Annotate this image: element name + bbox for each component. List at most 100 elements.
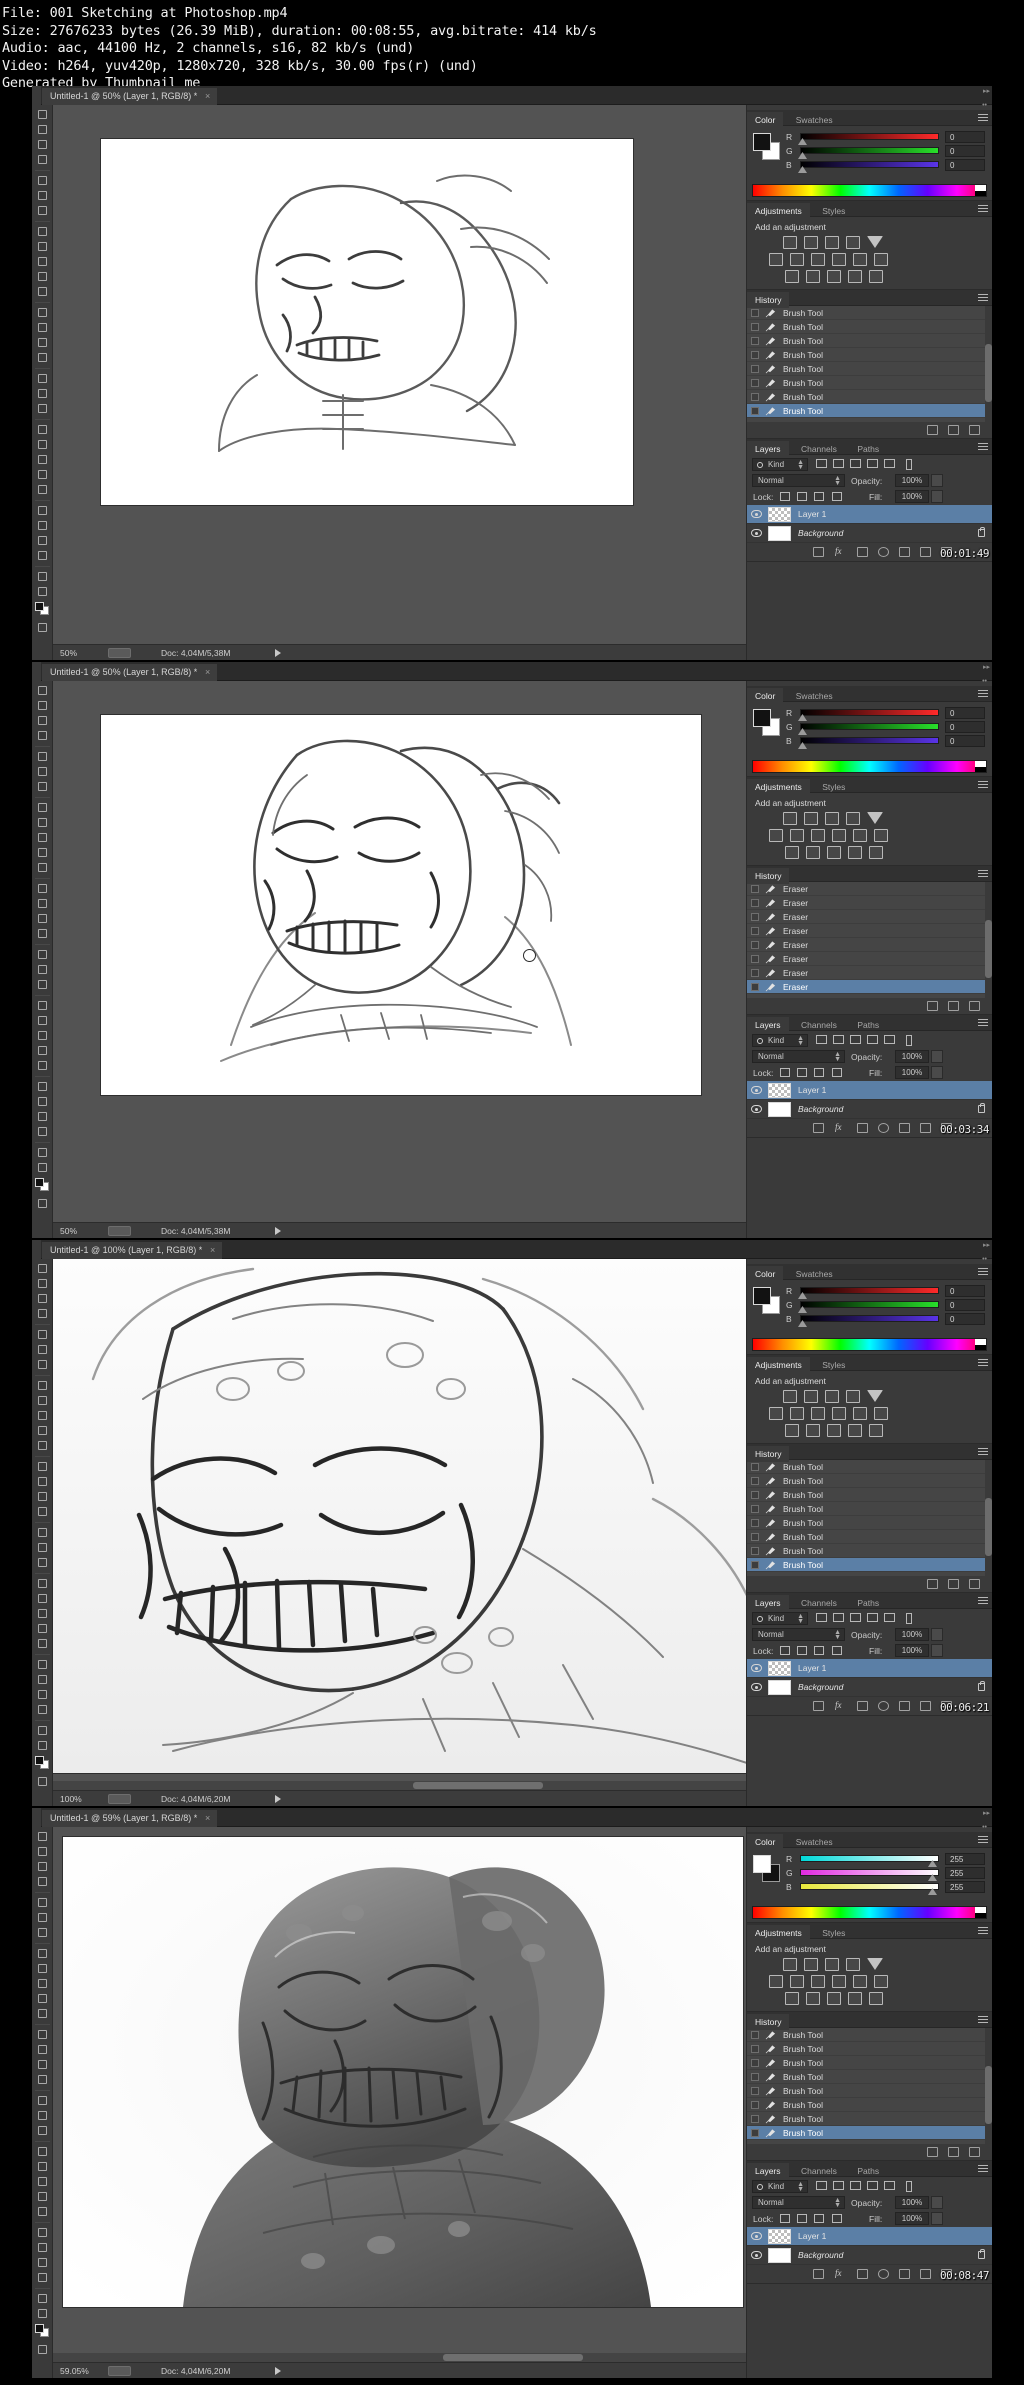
document-tab-bar[interactable]: Untitled-1 @ 59% (Layer 1, RGB/8) * × ▸▸ bbox=[32, 1808, 992, 1827]
posterize-icon[interactable] bbox=[806, 846, 820, 859]
document-tab[interactable]: Untitled-1 @ 50% (Layer 1, RGB/8) * × bbox=[42, 664, 218, 681]
tool-button-23[interactable] bbox=[32, 482, 53, 497]
history-snapshot-checkbox[interactable] bbox=[751, 2129, 759, 2137]
color-slider-track-b[interactable] bbox=[800, 1883, 939, 1890]
tool-button-3[interactable] bbox=[32, 1874, 53, 1889]
tool-button-4[interactable] bbox=[32, 1327, 53, 1342]
history-snapshot-checkbox[interactable] bbox=[751, 365, 759, 373]
levels-icon[interactable] bbox=[804, 1390, 818, 1403]
opacity-value[interactable]: 100% bbox=[895, 1050, 929, 1063]
tool-button-14[interactable] bbox=[32, 335, 53, 350]
history-item[interactable]: Brush Tool bbox=[747, 2084, 992, 2098]
type-layer-filter-icon[interactable] bbox=[849, 1034, 862, 1046]
curves-icon[interactable] bbox=[825, 1958, 839, 1971]
tool-button-21[interactable] bbox=[32, 452, 53, 467]
tool-button-10[interactable] bbox=[32, 269, 53, 284]
black-white-icon[interactable] bbox=[811, 253, 825, 266]
tool-button-20[interactable] bbox=[32, 1591, 53, 1606]
layer-visibility-icon[interactable] bbox=[751, 529, 762, 537]
horizontal-scrollbar[interactable] bbox=[53, 1781, 746, 1790]
layer-kind-select[interactable]: Kind ▲ ▼ bbox=[752, 2180, 808, 2193]
history-snapshot-checkbox[interactable] bbox=[751, 1519, 759, 1527]
color-slider-track-b[interactable] bbox=[800, 161, 939, 168]
history-item[interactable]: Brush Tool bbox=[747, 2056, 992, 2070]
canvas-area[interactable]: 50% Doc: 4,04M/5,38M bbox=[53, 681, 746, 1238]
history-snapshot-checkbox[interactable] bbox=[751, 927, 759, 935]
layer-kind-select[interactable]: Kind ▲ ▼ bbox=[752, 1034, 808, 1047]
tool-button-16[interactable] bbox=[32, 2093, 53, 2108]
history-snapshot-checkbox[interactable] bbox=[751, 899, 759, 907]
new-fill-adjustment-icon[interactable] bbox=[878, 547, 889, 557]
tool-button-18[interactable] bbox=[32, 2123, 53, 2138]
tool-button-8[interactable] bbox=[32, 1393, 53, 1408]
layer-name[interactable]: Layer 1 bbox=[798, 1659, 826, 1678]
history-item[interactable]: Eraser bbox=[747, 924, 992, 938]
history-snapshot-checkbox[interactable] bbox=[751, 955, 759, 963]
panel-menu-icon[interactable] bbox=[978, 114, 988, 122]
blend-mode-select[interactable]: Normal ▲ ▼ bbox=[752, 2196, 845, 2209]
close-icon[interactable]: × bbox=[205, 88, 210, 105]
history-snapshot-checkbox[interactable] bbox=[751, 1477, 759, 1485]
history-snapshot-checkbox[interactable] bbox=[751, 1561, 759, 1569]
canvas-viewport[interactable] bbox=[53, 1827, 746, 2362]
layer-visibility-icon[interactable] bbox=[751, 1683, 762, 1691]
fill-stepper[interactable] bbox=[931, 1644, 943, 1657]
history-snapshot-checkbox[interactable] bbox=[751, 407, 759, 415]
color-lookup-icon[interactable] bbox=[874, 1407, 888, 1420]
tool-button-10[interactable] bbox=[32, 1991, 53, 2006]
tool-button-15[interactable] bbox=[32, 1504, 53, 1519]
history-snapshot-checkbox[interactable] bbox=[751, 2059, 759, 2067]
tool-button-26[interactable] bbox=[32, 1687, 53, 1702]
zoom-level[interactable]: 100% bbox=[60, 1791, 82, 1806]
tool-button-16[interactable] bbox=[32, 371, 53, 386]
brightness-contrast-icon[interactable] bbox=[783, 1390, 797, 1403]
tool-button-11[interactable] bbox=[32, 860, 53, 875]
tool-button-2[interactable] bbox=[32, 1291, 53, 1306]
brightness-contrast-icon[interactable] bbox=[783, 236, 797, 249]
adjustment-layer-filter-icon[interactable] bbox=[832, 1612, 845, 1624]
tool-button-25[interactable] bbox=[32, 1094, 53, 1109]
color-slider-r[interactable]: R 0 bbox=[786, 706, 987, 721]
history-item[interactable]: Brush Tool bbox=[747, 1488, 992, 1502]
tool-button-17[interactable] bbox=[32, 386, 53, 401]
lock-buttons[interactable] bbox=[778, 1067, 845, 1081]
layer-kind-select[interactable]: Kind ▲ ▼ bbox=[752, 458, 808, 471]
history-item[interactable]: Brush Tool bbox=[747, 334, 992, 348]
color-spectrum-ramp[interactable] bbox=[752, 1338, 987, 1351]
document-tab[interactable]: Untitled-1 @ 100% (Layer 1, RGB/8) * × bbox=[42, 1242, 223, 1259]
channel-mixer-icon[interactable] bbox=[853, 1407, 867, 1420]
new-document-from-state-icon[interactable] bbox=[927, 1001, 938, 1011]
delete-state-icon[interactable] bbox=[969, 1001, 980, 1011]
foreground-background-swatch[interactable] bbox=[34, 602, 50, 616]
document-tab[interactable]: Untitled-1 @ 50% (Layer 1, RGB/8) * × bbox=[42, 88, 218, 105]
tool-button-13[interactable] bbox=[32, 1474, 53, 1489]
tab-adjustments[interactable]: Adjustments bbox=[747, 779, 810, 795]
layers-panel-tabs[interactable]: Layers Channels Paths bbox=[747, 439, 992, 457]
color-slider-track-g[interactable] bbox=[800, 1869, 939, 1876]
new-snapshot-icon[interactable] bbox=[948, 1579, 959, 1589]
lock-image-pixels-icon[interactable] bbox=[795, 2213, 808, 2225]
layer-style-icon[interactable]: fx bbox=[835, 1122, 842, 1132]
zoom-level[interactable]: 59.05% bbox=[60, 2363, 89, 2378]
tool-button-24[interactable] bbox=[32, 503, 53, 518]
add-layer-mask-icon[interactable] bbox=[857, 1123, 868, 1133]
tab-styles[interactable]: Styles bbox=[814, 779, 853, 795]
hue-saturation-icon[interactable] bbox=[769, 1407, 783, 1420]
layers-panel-tabs[interactable]: Layers Channels Paths bbox=[747, 1015, 992, 1033]
artboard[interactable] bbox=[63, 1837, 743, 2307]
tool-button-23[interactable] bbox=[32, 2204, 53, 2219]
channel-mixer-icon[interactable] bbox=[853, 253, 867, 266]
layer-kind-select[interactable]: Kind ▲ ▼ bbox=[752, 1612, 808, 1625]
color-balance-icon[interactable] bbox=[790, 253, 804, 266]
new-fill-adjustment-icon[interactable] bbox=[878, 1701, 889, 1711]
selective-color-icon[interactable] bbox=[869, 846, 883, 859]
lock-all-icon[interactable] bbox=[830, 1645, 843, 1657]
layer-style-icon[interactable]: fx bbox=[835, 2268, 842, 2278]
color-value-r[interactable]: 0 bbox=[945, 131, 985, 143]
tool-button-4[interactable] bbox=[32, 1895, 53, 1910]
layer-name[interactable]: Layer 1 bbox=[798, 1081, 826, 1100]
tool-button-21[interactable] bbox=[32, 1606, 53, 1621]
history-item[interactable]: Brush Tool bbox=[747, 1530, 992, 1544]
color-swatch-pair[interactable] bbox=[753, 133, 780, 160]
tool-button-24[interactable] bbox=[32, 1657, 53, 1672]
